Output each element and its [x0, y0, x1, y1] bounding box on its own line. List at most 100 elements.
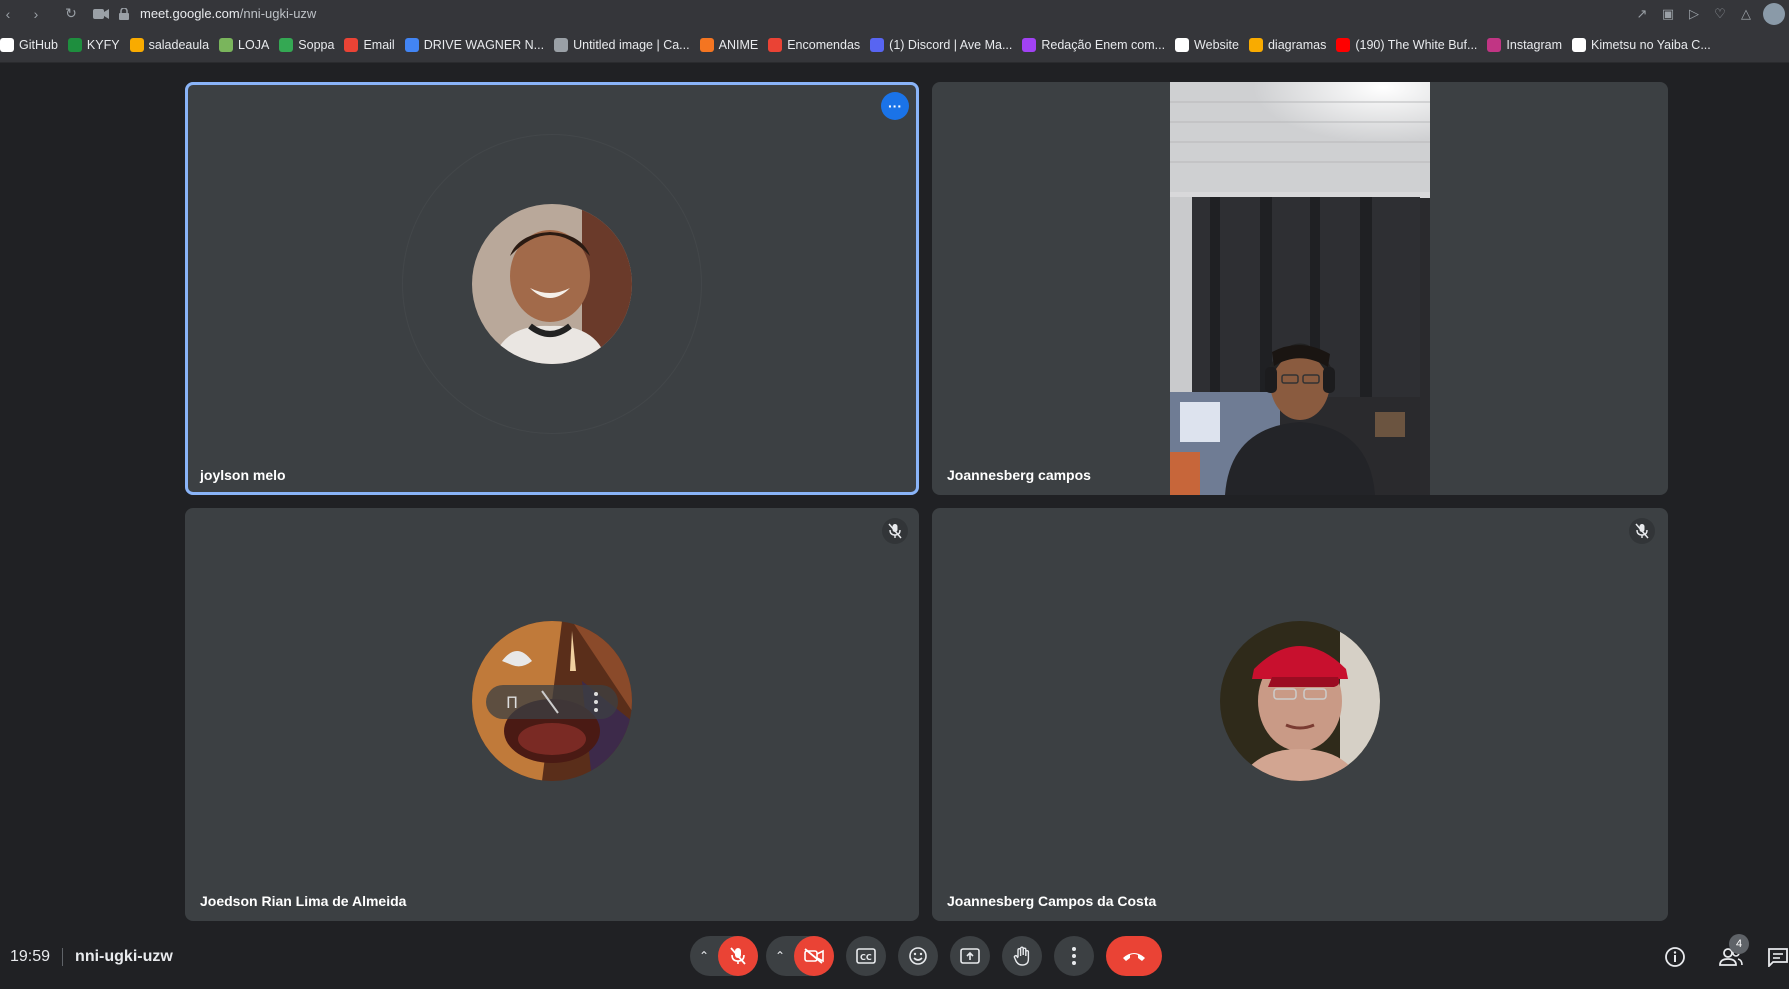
- canva-icon: [554, 37, 569, 52]
- bookmark-item[interactable]: Instagram: [1487, 37, 1562, 52]
- audio-control-group: ⌃: [690, 936, 758, 976]
- bookmark-item[interactable]: Redação Enem com...: [1022, 37, 1166, 52]
- participant-name: Joedson Rian Lima de Almeida: [200, 893, 407, 909]
- bookmark-label: GitHub: [19, 37, 58, 52]
- svg-text:П: П: [506, 693, 518, 712]
- reload-icon[interactable]: ↻: [56, 2, 86, 26]
- meeting-stage: ··· joylson melo Joannesberg campos П Jo…: [0, 64, 1789, 924]
- bookmark-item[interactable]: Email: [344, 37, 395, 52]
- encomendas-icon: [768, 37, 783, 52]
- camera-indicator-icon[interactable]: [86, 2, 116, 26]
- bookmark-label: Redação Enem com...: [1041, 37, 1166, 52]
- meeting-code: nni-ugki-uzw: [75, 947, 173, 965]
- heart-icon[interactable]: ♡: [1711, 5, 1729, 23]
- bookmark-item[interactable]: Encomendas: [768, 37, 861, 52]
- youtube-icon: [1336, 37, 1351, 52]
- url-path: /nni-ugki-uzw: [239, 6, 317, 21]
- captions-button[interactable]: CC: [846, 936, 886, 976]
- participant-name: Joannesberg campos: [947, 467, 1091, 483]
- redacao-icon: [1022, 37, 1037, 52]
- document-icon: [1175, 37, 1190, 52]
- participant-tile-joylson-melo[interactable]: ··· joylson melo: [185, 82, 919, 495]
- participant-tile-joedson-rian[interactable]: П Joedson Rian Lima de Almeida: [185, 508, 919, 921]
- bookmark-item[interactable]: DRIVE WAGNER N...: [404, 37, 545, 52]
- bookmark-item[interactable]: ANIME: [699, 37, 759, 52]
- meeting-details-button[interactable]: [1655, 937, 1695, 977]
- bookmark-label: (190) The White Buf...: [1355, 37, 1478, 52]
- back-icon[interactable]: ‹: [0, 2, 16, 26]
- browser-address-bar: ‹ › ↻ meet.google.com/nni-ugki-uzw ↗ ▣ ▷…: [0, 0, 1789, 27]
- muted-mic-icon: [1629, 518, 1655, 544]
- lock-icon[interactable]: [116, 2, 132, 26]
- url-field[interactable]: meet.google.com/nni-ugki-uzw: [140, 6, 316, 21]
- reactions-button[interactable]: [898, 936, 938, 976]
- profile-avatar[interactable]: [1763, 2, 1785, 25]
- drive-icon: [404, 37, 419, 52]
- shopify-icon: [219, 37, 234, 52]
- bookmark-item[interactable]: Soppa: [279, 37, 334, 52]
- meeting-info: 19:59 nni-ugki-uzw: [10, 924, 173, 989]
- forward-icon[interactable]: ›: [16, 2, 56, 26]
- bookmark-item[interactable]: Kimetsu no Yaiba C...: [1572, 37, 1711, 52]
- bookmark-label: Website: [1194, 37, 1239, 52]
- video-control-group: ⌃: [766, 936, 834, 976]
- bookmark-item[interactable]: diagramas: [1248, 37, 1326, 52]
- participant-tile-joannesberg-campos-da-costa[interactable]: Joannesberg Campos da Costa: [932, 508, 1668, 921]
- bookmark-label: saladeaula: [148, 37, 210, 52]
- bookmark-item[interactable]: LOJA: [219, 37, 270, 52]
- soppa-icon: [279, 37, 294, 52]
- bookmark-label: Encomendas: [787, 37, 861, 52]
- bookmark-label: Untitled image | Ca...: [573, 37, 690, 52]
- chat-button[interactable]: [1767, 937, 1789, 977]
- bookmark-item[interactable]: saladeaula: [129, 37, 210, 52]
- bookmark-label: LOJA: [238, 37, 270, 52]
- meeting-controls-bar: 19:59 nni-ugki-uzw ⌃ ⌃ CC 4: [0, 924, 1789, 989]
- bookmark-item[interactable]: KYFY: [67, 37, 120, 52]
- right-controls: 4: [1655, 924, 1789, 989]
- raise-hand-button[interactable]: [1002, 936, 1042, 976]
- more-options-icon[interactable]: ···: [881, 92, 909, 120]
- avatar: П: [472, 621, 632, 781]
- bookmark-item[interactable]: Untitled image | Ca...: [554, 37, 690, 52]
- bookmark-label: Email: [363, 37, 395, 52]
- url-host: meet.google.com: [140, 6, 240, 21]
- gmail-icon: [344, 37, 359, 52]
- present-screen-button[interactable]: [950, 936, 990, 976]
- participant-name: joylson melo: [200, 467, 286, 483]
- more-options-button[interactable]: [1054, 936, 1094, 976]
- bookmark-label: Kimetsu no Yaiba C...: [1591, 37, 1711, 52]
- github-icon: [0, 37, 14, 52]
- people-button[interactable]: 4: [1711, 933, 1751, 977]
- bookmark-label: (1) Discord | Ave Ma...: [889, 37, 1013, 52]
- audio-options-chevron-icon[interactable]: ⌃: [690, 949, 718, 963]
- address-bar-actions: ↗ ▣ ▷ ♡ △: [1633, 0, 1789, 27]
- participants-count-badge: 4: [1729, 933, 1749, 954]
- screenshot-icon[interactable]: ▣: [1659, 5, 1677, 23]
- participant-video: [1170, 82, 1430, 495]
- kyfy-icon: [67, 37, 82, 52]
- bookmark-item[interactable]: GitHub: [0, 37, 58, 52]
- medium-icon: [1572, 37, 1586, 52]
- share-icon[interactable]: ↗: [1633, 5, 1651, 23]
- participant-tile-joannesberg-campos[interactable]: Joannesberg campos: [932, 82, 1668, 495]
- avatar: [472, 204, 632, 364]
- bookmark-item[interactable]: (190) The White Buf...: [1336, 37, 1478, 52]
- bookmarks-bar: GitHub KYFY saladeaula LOJA Soppa Email DRIVE …: [0, 27, 1789, 63]
- bookmark-label: DRIVE WAGNER N...: [423, 37, 545, 52]
- meeting-clock: 19:59: [10, 947, 51, 965]
- bookmark-item[interactable]: Website: [1175, 37, 1239, 52]
- camera-off-button[interactable]: [794, 936, 834, 976]
- send-icon[interactable]: ▷: [1685, 5, 1703, 23]
- saladeaula-icon: [129, 37, 144, 52]
- discord-icon: [870, 37, 885, 52]
- divider: [62, 947, 64, 966]
- extension-icon[interactable]: △: [1737, 5, 1755, 23]
- center-controls: ⌃ ⌃ CC: [690, 936, 1162, 976]
- svg-text:CC: CC: [860, 953, 872, 962]
- participant-name: Joannesberg Campos da Costa: [947, 893, 1157, 909]
- bookmark-label: ANIME: [718, 37, 759, 52]
- leave-call-button[interactable]: [1106, 936, 1162, 976]
- video-options-chevron-icon[interactable]: ⌃: [766, 949, 794, 963]
- bookmark-item[interactable]: (1) Discord | Ave Ma...: [870, 37, 1013, 52]
- microphone-off-button[interactable]: [718, 936, 758, 976]
